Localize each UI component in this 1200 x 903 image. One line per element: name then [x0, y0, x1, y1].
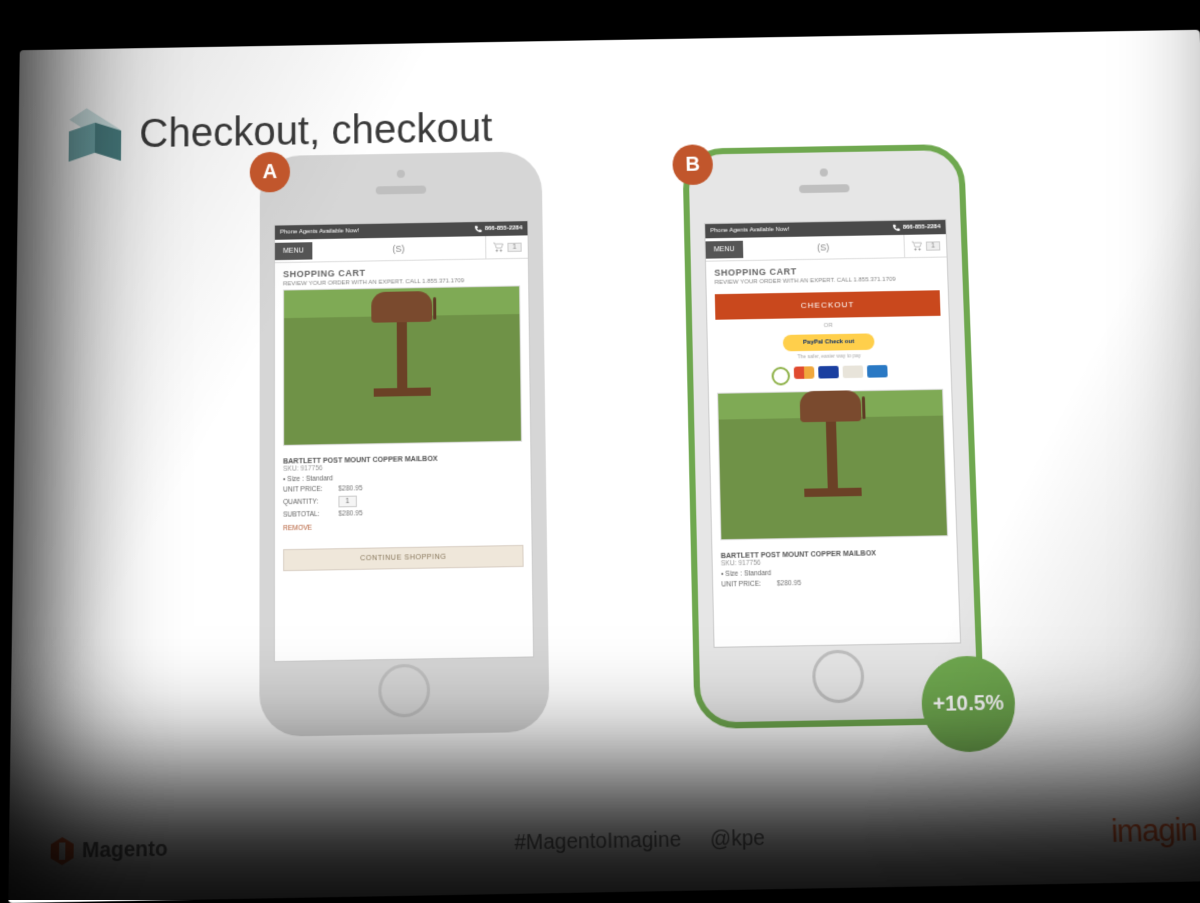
screen-a: Phone Agents Available Now! 866-855-2284… — [274, 220, 534, 662]
quantity-input[interactable]: 1 — [338, 496, 356, 508]
cart-count: 1 — [926, 241, 940, 250]
topbar-phone: 866-855-2284 — [485, 225, 523, 232]
footer-hashtag: #MagentoImagine — [514, 828, 681, 855]
agents-text: Phone Agents Available Now! — [710, 227, 789, 234]
quantity-label: QUANTITY: — [283, 498, 332, 506]
magento-footer-brand: Magento — [51, 835, 168, 865]
mini-cart[interactable]: 1 — [903, 234, 946, 257]
cart-icon — [492, 242, 504, 252]
phone-frame-a: Phone Agents Available Now! 866-855-2284… — [259, 151, 549, 737]
agents-text: Phone Agents Available Now! — [280, 228, 359, 235]
menu-button[interactable]: MENU — [275, 242, 312, 260]
subtotal-label: SUBTOTAL: — [283, 511, 332, 519]
menu-button[interactable]: MENU — [706, 240, 743, 258]
mastercard-icon — [794, 366, 815, 379]
continue-shopping-button[interactable]: CONTINUE SHOPPING — [283, 545, 524, 571]
footer-event: imagin — [1110, 812, 1197, 850]
unit-price-value: $280.95 — [338, 485, 362, 493]
or-separator: OR — [715, 321, 940, 331]
magento-logo-icon — [51, 837, 74, 866]
unit-price-label: UNIT PRICE: — [721, 580, 771, 588]
product-size: Size : Standard — [287, 475, 332, 483]
paypal-button[interactable]: PayPal Check out — [783, 333, 875, 351]
phone-frame-b: Phone Agents Available Now! 866-855-2284… — [682, 144, 984, 729]
mini-cart[interactable]: 1 — [485, 235, 528, 258]
uplift-badge: +10.5% — [920, 655, 1016, 753]
phone-icon — [474, 225, 482, 233]
store-logo: (S) — [743, 241, 904, 254]
product-size: Size : Standard — [725, 570, 771, 578]
home-button-icon — [378, 664, 430, 718]
unit-price-label: UNIT PRICE: — [283, 486, 332, 494]
cart-count: 1 — [508, 242, 522, 251]
screen-b: Phone Agents Available Now! 866-855-2284… — [704, 219, 961, 648]
checkout-button[interactable]: CHECKOUT — [715, 290, 941, 320]
authorize-net-icon — [771, 367, 790, 386]
cart-review-line: REVIEW YOUR ORDER WITH AN EXPERT. CALL 1… — [714, 276, 939, 286]
cart-icon — [911, 241, 923, 251]
amex-icon — [867, 365, 888, 378]
variant-b: B Phone Agents Available Now! 866-855-22… — [682, 144, 984, 729]
variant-a: A Phone Agents Available Now! 866-855-22… — [259, 151, 549, 737]
topbar-phone: 866-855-2284 — [903, 224, 941, 231]
subtotal-value: $280.95 — [338, 510, 362, 518]
presentation-slide: Checkout, checkout A Phone Agents Availa… — [8, 30, 1200, 903]
footer-brand-text: Magento — [82, 837, 168, 863]
discover-icon — [843, 365, 864, 378]
slide-title: Checkout, checkout — [139, 106, 492, 157]
phone-icon — [892, 224, 900, 232]
product-image[interactable] — [283, 285, 522, 446]
remove-link[interactable]: REMOVE — [283, 521, 523, 533]
mailbox-icon — [800, 391, 864, 498]
footer-handle: @kpe — [710, 826, 765, 851]
product-image[interactable] — [717, 389, 948, 541]
home-button-icon — [812, 649, 865, 703]
paypal-tagline: The safer, easier way to pay — [716, 352, 942, 362]
mailbox-icon — [371, 291, 433, 397]
payment-method-icons — [716, 364, 942, 387]
unit-price-value: $280.95 — [777, 580, 801, 588]
store-logo: (S) — [312, 242, 485, 255]
visa-icon — [818, 366, 839, 379]
